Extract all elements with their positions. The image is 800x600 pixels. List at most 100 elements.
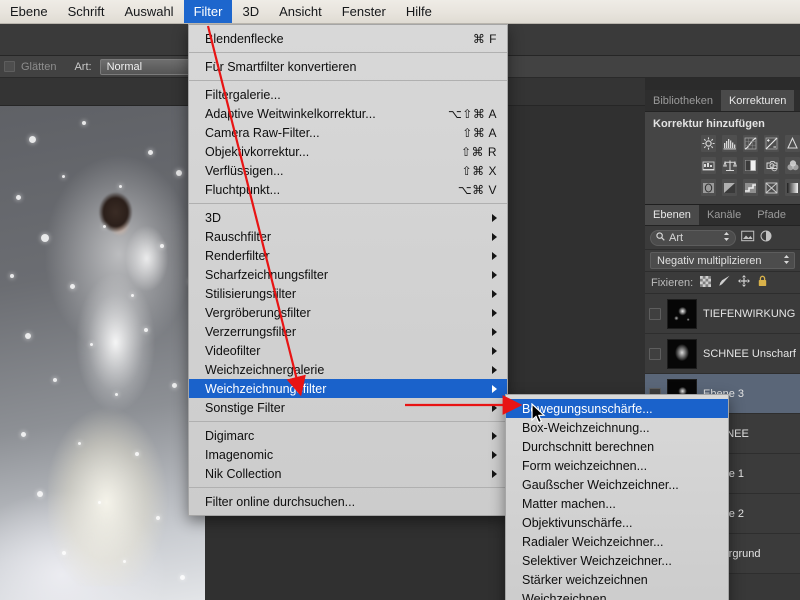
submenu-item-weichzeichnen[interactable]: Weichzeichnen: [506, 589, 728, 600]
submenu-item-form-weichzeichnen[interactable]: Form weichzeichnen...: [506, 456, 728, 475]
menu-item-vergroeberungsfilter[interactable]: Vergröberungsfilter: [189, 303, 507, 322]
menu-item-shortcut: ⌥⇧⌘ A: [447, 106, 497, 121]
layer-row-tiefenwirkung[interactable]: TIEFENWIRKUNG: [645, 294, 800, 334]
menu-item-weichzeichnergalerie[interactable]: Weichzeichnergalerie: [189, 360, 507, 379]
menu-item-imagenomic[interactable]: Imagenomic: [189, 445, 507, 464]
hue-saturation-icon[interactable]: [701, 157, 716, 174]
color-balance-icon[interactable]: [722, 157, 737, 174]
submenu-item-staerker-weichzeichnen[interactable]: Stärker weichzeichnen: [506, 570, 728, 589]
menu-separator: [189, 203, 507, 204]
lock-row: Fixieren:: [645, 272, 800, 294]
menubar-item-hilfe[interactable]: Hilfe: [396, 0, 442, 23]
blend-mode-select[interactable]: Negativ multiplizieren: [650, 252, 795, 269]
adjustment-icon-row: [651, 157, 800, 174]
submenu-item-objektivunschaerfe[interactable]: Objektivunschärfe...: [506, 513, 728, 532]
layer-row-schnee-unscharf[interactable]: SCHNEE Unscharf: [645, 334, 800, 374]
menu-item-adaptive-weitwinkelkorrektur[interactable]: Adaptive Weitwinkelkorrektur... ⌥⇧⌘ A: [189, 104, 507, 123]
curves-icon[interactable]: [743, 135, 758, 152]
menubar-item-3d[interactable]: 3D: [232, 0, 269, 23]
gradient-map-icon[interactable]: [785, 179, 800, 196]
adjustments-panel-body: Korrektur hinzufügen: [645, 112, 800, 204]
menu-item-label: Form weichzeichnen...: [522, 458, 648, 473]
layer-thumbnail[interactable]: [667, 298, 697, 329]
menu-item-videofilter[interactable]: Videofilter: [189, 341, 507, 360]
threshold-icon[interactable]: [764, 179, 779, 196]
menu-item-filter-online-durchsuchen[interactable]: Filter online durchsuchen...: [189, 492, 507, 511]
submenu-item-durchschnitt-berechnen[interactable]: Durchschnitt berechnen: [506, 437, 728, 456]
menubar-item-fenster[interactable]: Fenster: [332, 0, 396, 23]
smooth-label: Glätten: [21, 60, 57, 73]
photo-filter-icon[interactable]: [764, 157, 779, 174]
menubar-item-schrift[interactable]: Schrift: [58, 0, 115, 23]
submenu-item-matter-machen[interactable]: Matter machen...: [506, 494, 728, 513]
menu-item-label: Stärker weichzeichnen: [522, 572, 648, 587]
menu-item-blendenflecke[interactable]: Blendenflecke ⌘ F: [189, 29, 507, 48]
menu-item-objektivkorrektur[interactable]: Objektivkorrektur... ⇧⌘ R: [189, 142, 507, 161]
menu-item-scharfzeichnungsfilter[interactable]: Scharfzeichnungsfilter: [189, 265, 507, 284]
lock-position-icon[interactable]: [738, 275, 751, 290]
submenu-item-selektiver-weichzeichner[interactable]: Selektiver Weichzeichner...: [506, 551, 728, 570]
layer-visibility-toggle[interactable]: [649, 347, 661, 360]
layer-thumbnail[interactable]: [667, 338, 697, 369]
menu-item-label: Imagenomic: [205, 447, 274, 462]
black-white-icon[interactable]: [743, 157, 758, 174]
menu-item-fuer-smartfilter-konvertieren[interactable]: Für Smartfilter konvertieren: [189, 57, 507, 76]
tab-kanaele[interactable]: Kanäle: [699, 205, 749, 225]
menu-item-renderfilter[interactable]: Renderfilter: [189, 246, 507, 265]
layer-filter-kind-select[interactable]: Art: [650, 229, 736, 246]
submenu-item-gaussscher-weichzeichner[interactable]: Gaußscher Weichzeichner...: [506, 475, 728, 494]
filter-adjustment-layers-icon[interactable]: [760, 230, 773, 245]
layer-name: TIEFENWIRKUNG: [703, 307, 796, 320]
tab-ebenen[interactable]: Ebenen: [645, 205, 699, 225]
invert-icon[interactable]: [722, 179, 737, 196]
menubar-item-ebene[interactable]: Ebene: [0, 0, 58, 23]
vibrance-icon[interactable]: [785, 135, 800, 152]
filter-image-layers-icon[interactable]: [741, 230, 755, 245]
menubar-item-filter[interactable]: Filter: [183, 0, 233, 23]
menu-item-filtergalerie[interactable]: Filtergalerie...: [189, 85, 507, 104]
chevron-right-icon: [492, 327, 497, 336]
submenu-item-radialer-weichzeichner[interactable]: Radialer Weichzeichner...: [506, 532, 728, 551]
menu-item-verzerrungsfilter[interactable]: Verzerrungsfilter: [189, 322, 507, 341]
lock-transparency-icon[interactable]: [700, 275, 712, 290]
lock-pixels-icon[interactable]: [718, 275, 731, 290]
menu-item-label: Weichzeichnungsfilter: [205, 381, 327, 396]
brightness-contrast-icon[interactable]: [701, 135, 716, 152]
menu-item-stilisierungsfilter[interactable]: Stilisierungsfilter: [189, 284, 507, 303]
lock-all-icon[interactable]: [757, 275, 768, 290]
channel-mixer-icon[interactable]: [785, 157, 800, 174]
menu-item-label: Für Smartfilter konvertieren: [205, 59, 357, 74]
chevron-right-icon: [492, 308, 497, 317]
posterize-icon[interactable]: [743, 179, 758, 196]
color-lookup-icon[interactable]: [701, 179, 716, 196]
menu-item-verfluessigen[interactable]: Verflüssigen... ⇧⌘ X: [189, 161, 507, 180]
exposure-icon[interactable]: [764, 135, 779, 152]
lock-label: Fixieren:: [651, 276, 694, 289]
menu-item-label: Bewegungsunschärfe...: [522, 401, 653, 416]
menu-item-camera-raw-filter[interactable]: Camera Raw-Filter... ⇧⌘ A: [189, 123, 507, 142]
menu-item-weichzeichnungsfilter[interactable]: Weichzeichnungsfilter: [189, 379, 507, 398]
tab-korrekturen[interactable]: Korrekturen: [720, 90, 795, 111]
menubar-item-auswahl[interactable]: Auswahl: [114, 0, 183, 23]
tab-bibliotheken[interactable]: Bibliotheken: [645, 90, 721, 111]
menu-item-3d[interactable]: 3D: [189, 208, 507, 227]
menubar-item-ansicht[interactable]: Ansicht: [269, 0, 332, 23]
menu-item-rauschfilter[interactable]: Rauschfilter: [189, 227, 507, 246]
menu-item-label: Scharfzeichnungsfilter: [205, 267, 328, 282]
mouse-cursor: [531, 403, 546, 424]
tab-pfade[interactable]: Pfade: [749, 205, 794, 225]
filter-menu[interactable]: Blendenflecke ⌘ F Für Smartfilter konver…: [188, 24, 508, 516]
menu-item-label: Renderfilter: [205, 248, 270, 263]
menu-item-digimarc[interactable]: Digimarc: [189, 426, 507, 445]
menu-item-label: Radialer Weichzeichner...: [522, 534, 664, 549]
layer-visibility-toggle[interactable]: [649, 307, 661, 320]
menu-separator: [189, 80, 507, 81]
menu-item-nik-collection[interactable]: Nik Collection: [189, 464, 507, 483]
levels-icon[interactable]: [722, 135, 737, 152]
smooth-checkbox[interactable]: [4, 61, 15, 72]
menu-item-label: Videofilter: [205, 343, 261, 358]
menu-item-shortcut: ⇧⌘ A: [462, 125, 497, 140]
menu-item-label: Weichzeichnergalerie: [205, 362, 325, 377]
menu-item-fluchtpunkt[interactable]: Fluchtpunkt... ⌥⌘ V: [189, 180, 507, 199]
menu-item-sonstige-filter[interactable]: Sonstige Filter: [189, 398, 507, 417]
